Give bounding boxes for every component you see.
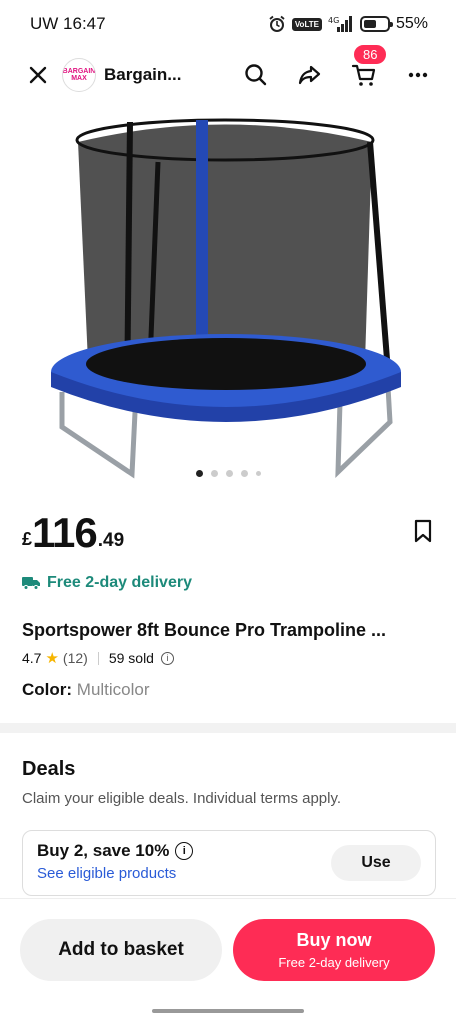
buy-now-sublabel: Free 2-day delivery [278,955,390,970]
product-image [51,118,401,479]
deal-card: Buy 2, save 10% i See eligible products … [22,830,436,896]
truck-icon [22,577,40,590]
color-value: Multicolor [76,680,150,699]
buy-now-label: Buy now [296,930,372,950]
product-title[interactable]: Sportspower 8ft Bounce Pro Trampoline ..… [22,620,436,641]
use-deal-button[interactable]: Use [331,845,421,881]
bottom-action-bar: Add to basket Buy now Free 2-day deliver… [0,898,456,1024]
top-nav: BARGAIN MAX Bargain... 86 [0,43,456,102]
status-icons: VoLTE 4G 55% [268,15,428,33]
deals-subtitle: Claim your eligible deals. Individual te… [22,790,342,807]
bookmark-icon [414,519,432,543]
cart-button[interactable]: 86 [346,43,389,93]
gallery-dots [0,470,456,477]
gallery-dot[interactable] [210,470,218,477]
buy-now-button[interactable]: Buy now Free 2-day delivery [233,919,435,981]
product-image-gallery[interactable] [0,102,456,492]
price-currency: £ [22,529,33,549]
battery-icon [359,16,393,32]
section-divider [0,723,456,733]
gallery-dot[interactable] [225,470,233,477]
color-label: Color: [22,680,73,699]
more-icon [408,72,428,78]
price-whole: 116 [32,509,98,556]
rating-value: 4.7 [22,650,42,666]
close-button[interactable] [20,57,56,93]
price-decimal: .49 [97,530,125,551]
delivery-info: Free 2-day delivery [22,574,192,592]
review-count: (12) [62,650,88,666]
gallery-dot[interactable] [240,470,248,477]
more-button[interactable] [400,57,436,93]
store-header[interactable]: BARGAIN MAX Bargain... [62,58,181,92]
signal-icon: 4G [328,16,354,32]
deal-title: Buy 2, save 10% [37,841,170,860]
info-icon[interactable]: i [160,651,174,665]
sold-count: 59 sold [108,650,154,666]
share-icon [298,65,321,85]
search-button[interactable] [238,57,274,93]
store-logo: BARGAIN MAX [62,58,96,92]
gallery-dot[interactable] [255,471,261,476]
svg-text:4G: 4G [328,16,339,25]
delivery-text: Free 2-day delivery [47,574,192,591]
gallery-dot[interactable] [195,470,203,477]
star-icon: ★ [45,650,59,667]
close-icon [29,66,47,84]
search-icon [245,64,267,86]
add-to-basket-button[interactable]: Add to basket [20,919,222,981]
price-row: £ 116 .49 [22,512,434,554]
bookmark-button[interactable] [412,519,434,548]
status-time: UW 16:47 [30,14,106,33]
deals-title: Deals [22,758,76,780]
color-selector[interactable]: Color: Multicolor [22,680,150,700]
rating-row[interactable]: 4.7 ★ (12) 59 sold i [22,649,174,667]
share-button[interactable] [292,57,328,93]
cart-count-badge: 86 [352,43,389,66]
info-icon[interactable]: i [175,842,194,860]
volte-icon: VoLTE [291,17,322,31]
status-bar: UW 16:47 VoLTE 4G 55% [0,0,456,48]
alarm-icon [268,15,286,33]
home-indicator[interactable] [152,1009,304,1013]
store-name: Bargain... [104,65,182,84]
divider [97,651,99,665]
battery-percent: 55% [395,15,428,32]
